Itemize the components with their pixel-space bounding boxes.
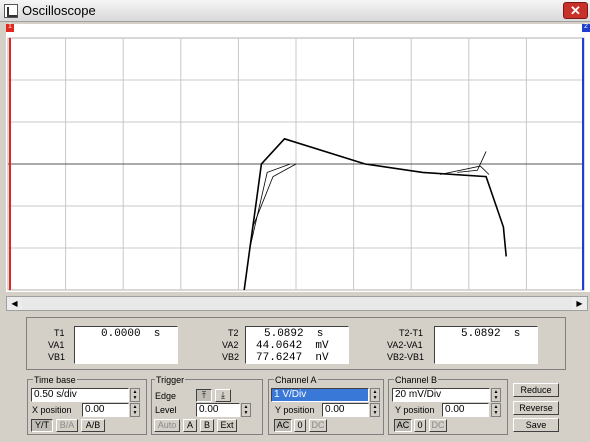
level-label: Level: [155, 405, 177, 415]
save-button[interactable]: Save: [513, 418, 559, 432]
channel-b-scale-field[interactable]: 20 mV/Div: [392, 388, 490, 402]
reverse-button[interactable]: Reverse: [513, 401, 559, 415]
ab-button[interactable]: A/B: [81, 419, 105, 432]
channel-a-ypos-field[interactable]: 0.00: [322, 403, 369, 417]
diff-time-value: 5.0892 s: [461, 328, 521, 340]
channel-a-ypos-spinner[interactable]: ▲ ▼: [370, 403, 380, 417]
va2-value: 44.0642 mV: [256, 340, 329, 352]
channel-a-dc-button[interactable]: DC: [309, 419, 327, 432]
vb2-label: VB2: [222, 352, 240, 362]
xposition-spinner[interactable]: ▲ ▼: [130, 403, 140, 417]
xposition-label: X position: [32, 405, 72, 415]
channel-a-ypos-label: Y position: [275, 405, 315, 415]
measurement-readout-panel: T1 VA1 VB1 0.0000 s T2 VA2 VB2 5.0892 s …: [26, 317, 566, 370]
va2-label: VA2: [222, 340, 239, 350]
oscilloscope-screen: 1 2: [6, 23, 590, 292]
channel-a-scale-field[interactable]: 1 V/Div: [271, 388, 369, 402]
channel-b-ac-button[interactable]: AC: [394, 419, 412, 432]
title-bar: Oscilloscope ✕: [0, 0, 590, 22]
channel-b-dc-button[interactable]: DC: [429, 419, 447, 432]
window-title: Oscilloscope: [22, 3, 96, 18]
trigger-level-spinner[interactable]: ▲ ▼: [241, 403, 251, 417]
trigger-title: Trigger: [155, 375, 186, 385]
edge-rising-button[interactable]: ⤒: [196, 389, 212, 402]
channel-b-title: Channel B: [394, 375, 439, 385]
channel-b-scale-spinner[interactable]: ▲ ▼: [491, 388, 501, 402]
t2-marker[interactable]: 2: [582, 23, 590, 32]
vb1-label: VB1: [48, 352, 66, 362]
auto-button[interactable]: Auto: [154, 419, 180, 432]
timebase-title: Time base: [33, 375, 77, 385]
oscilloscope-app-icon: [4, 4, 18, 18]
diff-label: T2-T1: [399, 328, 424, 338]
horizontal-scrollbar[interactable]: ◀ ▶: [6, 296, 588, 311]
t1-label: T1: [54, 328, 65, 338]
diff-readout-box: 5.0892 s: [434, 326, 538, 364]
reduce-button[interactable]: Reduce: [513, 383, 559, 397]
va-diff-label: VA2-VA1: [387, 340, 423, 350]
xposition-field[interactable]: 0.00: [82, 403, 129, 417]
va1-label: VA1: [48, 340, 65, 350]
trigger-b-button[interactable]: B: [200, 419, 214, 432]
close-button[interactable]: ✕: [563, 2, 588, 19]
edge-falling-button[interactable]: ⤓: [215, 389, 231, 402]
channel-b-ypos-field[interactable]: 0.00: [442, 403, 489, 417]
channel-a-zero-button[interactable]: 0: [294, 419, 306, 432]
scroll-left-icon[interactable]: ◀: [7, 297, 22, 310]
scroll-right-icon[interactable]: ▶: [572, 297, 587, 310]
t1-time-value: 0.0000 s: [101, 328, 161, 340]
vb-diff-label: VB2-VB1: [387, 352, 425, 362]
t2-time-value: 5.0892 s: [264, 328, 324, 340]
channel-a-ac-button[interactable]: AC: [274, 419, 292, 432]
t1-readout-box: 0.0000 s: [74, 326, 178, 364]
channel-b-ypos-label: Y position: [395, 405, 435, 415]
channel-b-zero-button[interactable]: 0: [414, 419, 426, 432]
t2-readout-box: 5.0892 s 44.0642 mV 77.6247 nV: [245, 326, 349, 364]
trigger-ext-button[interactable]: Ext: [217, 419, 237, 432]
timebase-scale-field[interactable]: 0.50 s/div: [31, 388, 129, 402]
trigger-level-field[interactable]: 0.00: [196, 403, 240, 417]
edge-label: Edge: [155, 391, 177, 401]
t1-marker[interactable]: 1: [6, 23, 14, 32]
ba-button[interactable]: B/A: [56, 419, 78, 432]
vb2-value: 77.6247 nV: [256, 352, 329, 364]
timebase-scale-spinner[interactable]: ▲ ▼: [130, 388, 140, 402]
channel-a-title: Channel A: [274, 375, 318, 385]
yt-button[interactable]: Y/T: [31, 419, 53, 432]
oscilloscope-display: [7, 37, 585, 291]
channel-a-scale-spinner[interactable]: ▲ ▼: [370, 388, 380, 402]
channel-b-ypos-spinner[interactable]: ▲ ▼: [491, 403, 501, 417]
t2-label: T2: [228, 328, 239, 338]
trigger-a-button[interactable]: A: [183, 419, 197, 432]
